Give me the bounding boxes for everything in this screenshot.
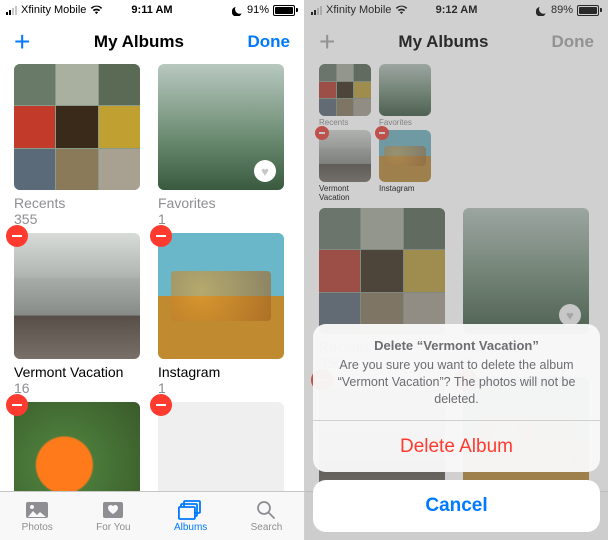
done-button[interactable]: Done bbox=[248, 32, 291, 52]
album-count: 1 bbox=[158, 380, 284, 396]
album-partial-2[interactable] bbox=[158, 402, 284, 496]
tab-label: Search bbox=[251, 522, 283, 533]
tab-label: For You bbox=[96, 522, 130, 533]
carrier-label: Xfinity Mobile bbox=[21, 4, 86, 16]
search-icon bbox=[253, 499, 279, 521]
album-name: Favorites bbox=[379, 118, 431, 127]
album-count: 16 bbox=[14, 380, 140, 396]
battery-icon bbox=[273, 5, 298, 16]
album-cover bbox=[14, 402, 140, 496]
delete-album-button[interactable] bbox=[6, 225, 28, 247]
tab-label: Photos bbox=[22, 522, 53, 533]
album-cover: ♥ bbox=[158, 64, 284, 190]
album-count: 355 bbox=[14, 211, 140, 227]
album-instagram[interactable]: Instagram 1 bbox=[158, 233, 284, 396]
sheet-title: Delete “Vermont Vacation” bbox=[331, 338, 582, 353]
nav-bar: + My Albums Done bbox=[305, 20, 608, 64]
delete-album-button bbox=[375, 126, 389, 140]
album-cover bbox=[14, 64, 140, 190]
page-title: My Albums bbox=[398, 32, 488, 52]
album-cover bbox=[319, 64, 371, 116]
album-name: Recents bbox=[14, 195, 140, 211]
delete-album-confirm-button[interactable]: Delete Album bbox=[313, 420, 600, 472]
cancel-button[interactable]: Cancel bbox=[313, 480, 600, 532]
album-count: 1 bbox=[158, 211, 284, 227]
album-name: Recents bbox=[319, 118, 371, 127]
delete-album-button bbox=[315, 126, 329, 140]
delete-album-button[interactable] bbox=[150, 394, 172, 416]
albums-grid[interactable]: Recents 355 ♥ Favorites 1 Vermont Vacati… bbox=[0, 64, 304, 496]
delete-album-button[interactable] bbox=[150, 225, 172, 247]
tab-search[interactable]: Search bbox=[251, 499, 283, 533]
done-button: Done bbox=[552, 32, 595, 52]
album-name: Favorites bbox=[158, 195, 284, 211]
album-favorites[interactable]: ♥ Favorites 1 bbox=[158, 64, 284, 227]
wifi-icon bbox=[395, 5, 408, 15]
screen-delete-confirm: Xfinity Mobile 9:12 AM 89% + My Albums D… bbox=[304, 0, 608, 540]
album-vermont-vacation: Vermont Vacation bbox=[319, 130, 371, 202]
heart-icon: ♥ bbox=[559, 304, 581, 326]
clock: 9:12 AM bbox=[436, 4, 478, 16]
album-favorites: Favorites bbox=[379, 64, 431, 127]
album-partial-1[interactable] bbox=[14, 402, 140, 496]
album-name: Vermont Vacation bbox=[14, 364, 140, 380]
album-vermont-vacation[interactable]: Vermont Vacation 16 bbox=[14, 233, 140, 396]
tab-bar: Photos For You Albums Search bbox=[0, 491, 304, 540]
nav-bar: + My Albums Done bbox=[0, 20, 304, 64]
album-recents[interactable]: Recents 355 bbox=[14, 64, 140, 227]
clock: 9:11 AM bbox=[131, 4, 172, 16]
carrier-label: Xfinity Mobile bbox=[326, 4, 391, 16]
add-album-button[interactable]: + bbox=[14, 28, 30, 56]
tab-for-you[interactable]: For You bbox=[96, 499, 130, 533]
delete-album-button[interactable] bbox=[6, 394, 28, 416]
action-sheet: Delete “Vermont Vacation” Are you sure y… bbox=[313, 324, 600, 532]
tab-label: Albums bbox=[174, 522, 207, 533]
add-album-button: + bbox=[319, 28, 335, 56]
album-cover bbox=[319, 208, 445, 334]
album-instagram: Instagram bbox=[379, 130, 431, 202]
battery-percent: 89% bbox=[551, 4, 573, 16]
sheet-message: Are you sure you want to delete the albu… bbox=[331, 357, 582, 408]
page-title: My Albums bbox=[94, 32, 184, 52]
battery-percent: 91% bbox=[247, 4, 269, 16]
album-name: Instagram bbox=[158, 364, 284, 380]
album-recents: Recents bbox=[319, 64, 371, 127]
photos-icon bbox=[24, 499, 50, 521]
album-cover: ♥ bbox=[463, 208, 589, 334]
album-name: Instagram bbox=[379, 184, 431, 193]
cellular-signal-icon bbox=[311, 5, 322, 15]
album-cover bbox=[379, 64, 431, 116]
tab-albums[interactable]: Albums bbox=[174, 499, 207, 533]
album-cover bbox=[158, 402, 284, 496]
do-not-disturb-icon bbox=[536, 5, 547, 16]
battery-icon bbox=[577, 5, 602, 16]
album-cover bbox=[14, 233, 140, 359]
cellular-signal-icon bbox=[6, 5, 17, 15]
status-bar: Xfinity Mobile 9:12 AM 89% bbox=[305, 0, 608, 20]
tab-photos[interactable]: Photos bbox=[22, 499, 53, 533]
album-cover bbox=[158, 233, 284, 359]
foryou-icon bbox=[100, 499, 126, 521]
album-name: Vermont Vacation bbox=[319, 184, 371, 202]
status-bar: Xfinity Mobile 9:11 AM 91% bbox=[0, 0, 304, 20]
albums-icon bbox=[178, 499, 204, 521]
do-not-disturb-icon bbox=[232, 5, 243, 16]
wifi-icon bbox=[90, 5, 103, 15]
screen-edit-albums: Xfinity Mobile 9:11 AM 91% + My Albums D… bbox=[0, 0, 304, 540]
heart-icon: ♥ bbox=[254, 160, 276, 182]
